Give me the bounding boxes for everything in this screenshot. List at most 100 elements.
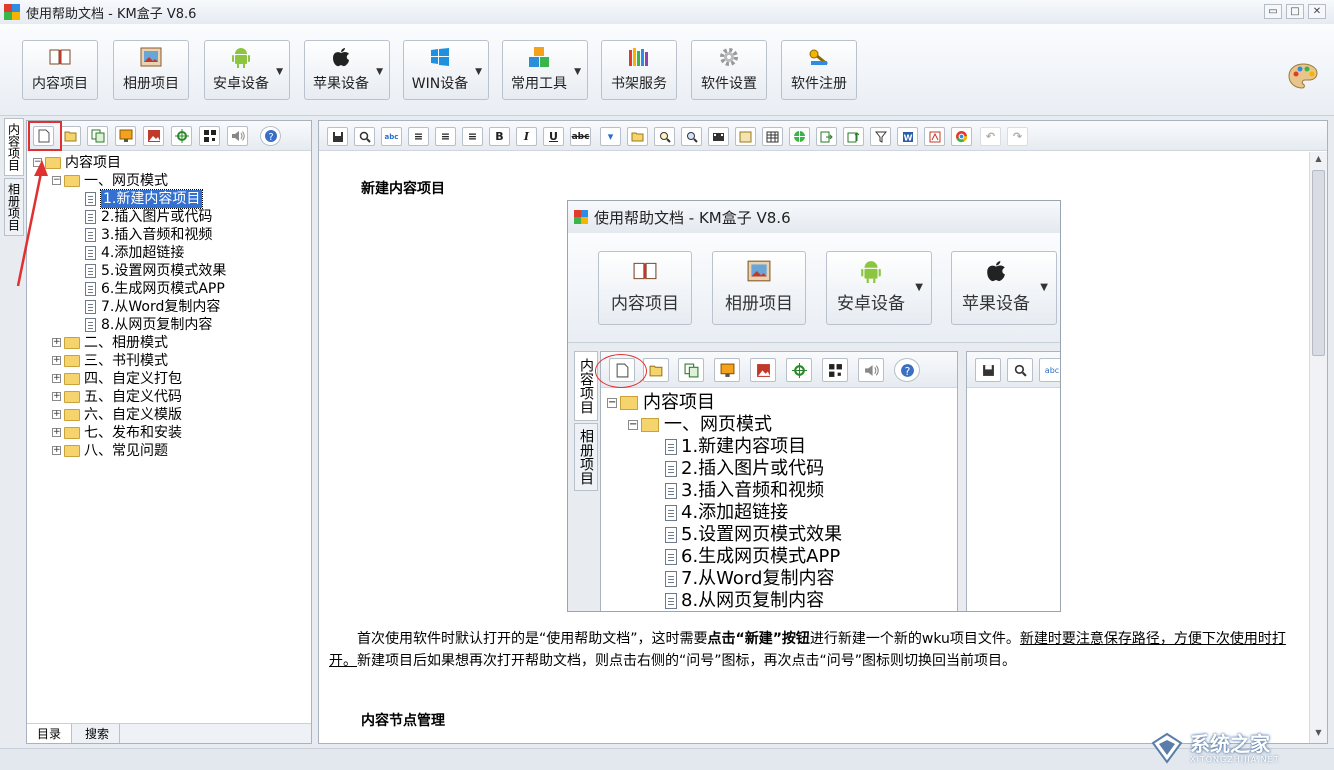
tree-doc-node[interactable]: 1.新建内容项目 [33,189,309,209]
tree-folder-node[interactable]: + 四、自定义打包 [33,370,309,388]
software-register-button[interactable]: 软件注册 [781,40,857,100]
chevron-down-icon[interactable]: ▼ [276,67,283,77]
embedded-apple-device-label: 苹果设备 [962,294,1030,314]
align-left-icon[interactable]: ≡ [408,127,429,146]
tree-doc-node[interactable]: 7.从Word复制内容 [33,298,309,316]
undo-icon[interactable]: ↶ [980,127,1001,146]
tree-doc-node[interactable]: 5.设置网页模式效果 [33,262,309,280]
tree-doc-node[interactable]: 8.从网页复制内容 [607,590,957,611]
align-right-icon[interactable]: ≡ [462,127,483,146]
expand-icon[interactable]: + [52,392,61,401]
underline-button[interactable]: U [543,127,564,146]
tab-search[interactable]: 搜索 [75,724,121,743]
globe-icon[interactable] [789,127,810,146]
content-project-button[interactable]: 内容项目 [22,40,98,100]
chevron-down-icon[interactable]: ▼ [475,67,482,77]
android-device-button[interactable]: 安卓设备 ▼ [204,40,290,100]
win-device-button[interactable]: WIN设备 ▼ [403,40,489,100]
picture-icon[interactable] [735,127,756,146]
embedded-content-project-button: 内容项目 [598,251,692,325]
album-project-button[interactable]: 相册项目 [113,40,189,100]
tree-folder-node[interactable]: + 六、自定义模版 [33,406,309,424]
tree-doc-node[interactable]: 4.添加超链接 [33,244,309,262]
editor-scrollbar[interactable]: ▲ ▼ [1309,152,1327,743]
scroll-thumb[interactable] [1312,170,1325,356]
filter-icon[interactable] [870,127,891,146]
expand-icon[interactable]: + [52,374,61,383]
minimize-button[interactable]: ▭ [1264,4,1282,19]
word-icon[interactable]: W [897,127,918,146]
common-tools-button[interactable]: 常用工具 ▼ [502,40,588,100]
tree-doc-node[interactable]: 3.插入音频和视频 [607,480,957,502]
tree-folder-node[interactable]: + 五、自定义代码 [33,388,309,406]
tree-doc-node[interactable]: 2.插入图片或代码 [607,458,957,480]
tree-doc-node[interactable]: 1.新建内容项目 [607,436,957,458]
find-icon[interactable] [354,127,375,146]
upload-icon[interactable] [843,127,864,146]
tree-doc-node[interactable]: 4.添加超链接 [607,502,957,524]
qrcode-icon[interactable] [199,126,220,146]
bookshelf-service-button[interactable]: 书架服务 [601,40,677,100]
tree-folder-node[interactable]: − 内容项目 [607,392,957,414]
expand-icon[interactable]: + [52,356,61,365]
close-button[interactable]: ✕ [1308,4,1326,19]
speaker-icon[interactable] [227,126,248,146]
tree-folder-node[interactable]: − 一、网页模式 [33,172,309,190]
expand-icon[interactable]: + [52,338,61,347]
bold-button[interactable]: B [489,127,510,146]
document-icon [665,549,677,565]
expand-icon[interactable]: + [52,410,61,419]
tree-folder-node[interactable]: − 一、网页模式 [607,414,957,436]
tree-folder-node[interactable]: + 八、常见问题 [33,442,309,460]
content-project-label: 内容项目 [32,76,88,92]
chevron-down-icon[interactable]: ▼ [574,67,581,77]
redo-icon[interactable]: ↷ [1007,127,1028,146]
zoom-in-icon[interactable] [654,127,675,146]
tree-doc-node[interactable]: 3.插入音频和视频 [33,226,309,244]
open-folder-icon[interactable] [60,126,81,146]
maximize-button[interactable]: □ [1286,4,1304,19]
tree-folder-node[interactable]: + 二、相册模式 [33,334,309,352]
strikethrough-icon[interactable]: abc [570,127,591,146]
tree-node-label: 四、自定义打包 [84,371,182,387]
tree-doc-node[interactable]: 7.从Word复制内容 [607,568,957,590]
collapse-icon[interactable]: − [628,420,638,430]
image-icon[interactable] [143,126,164,146]
save-icon[interactable] [327,127,348,146]
tree-doc-node[interactable]: 2.插入图片或代码 [33,208,309,226]
tree-node-label: 7.从Word复制内容 [101,299,221,315]
table-icon[interactable] [762,127,783,146]
expand-icon[interactable]: + [52,446,61,455]
document-icon [85,192,96,206]
export-icon[interactable] [816,127,837,146]
software-settings-button[interactable]: 软件设置 [691,40,767,100]
chevron-down-icon[interactable]: ▼ [376,67,383,77]
monitor-icon[interactable] [115,126,136,146]
tree-folder-node[interactable]: + 三、书刊模式 [33,352,309,370]
copy-icon[interactable] [87,126,108,146]
chrome-icon[interactable] [951,127,972,146]
tab-directory[interactable]: 目录 [27,724,73,743]
dropdown-icon[interactable]: ▾ [600,127,621,146]
align-center-icon[interactable]: ≡ [435,127,456,146]
expand-icon[interactable]: + [52,428,61,437]
locate-icon[interactable] [171,126,192,146]
tree-doc-node[interactable]: 6.生成网页模式APP [33,280,309,298]
tree-doc-node[interactable]: 8.从网页复制内容 [33,316,309,334]
zoom-out-icon[interactable] [681,127,702,146]
video-icon[interactable] [708,127,729,146]
tree-doc-node[interactable]: 5.设置网页模式效果 [607,524,957,546]
tree-folder-node[interactable]: + 七、发布和安装 [33,424,309,442]
collapse-icon[interactable]: − [607,398,617,408]
apple-device-button[interactable]: 苹果设备 ▼ [304,40,390,100]
scroll-up-icon[interactable]: ▲ [1312,154,1325,167]
help-icon[interactable]: ? [260,126,281,146]
editor-content[interactable]: 新建内容项目 使用帮助文档 - KM盒子 V8.6 内容项目 相册项目 安卓设备 [319,152,1309,743]
pdf-icon[interactable] [924,127,945,146]
spellcheck-icon[interactable]: abc [381,127,402,146]
italic-button[interactable]: I [516,127,537,146]
folder-icon[interactable] [627,127,648,146]
palette-icon[interactable] [1288,62,1318,90]
tree-doc-node[interactable]: 6.生成网页模式APP [607,546,957,568]
tree-folder-node[interactable]: − 内容项目 [33,154,309,172]
